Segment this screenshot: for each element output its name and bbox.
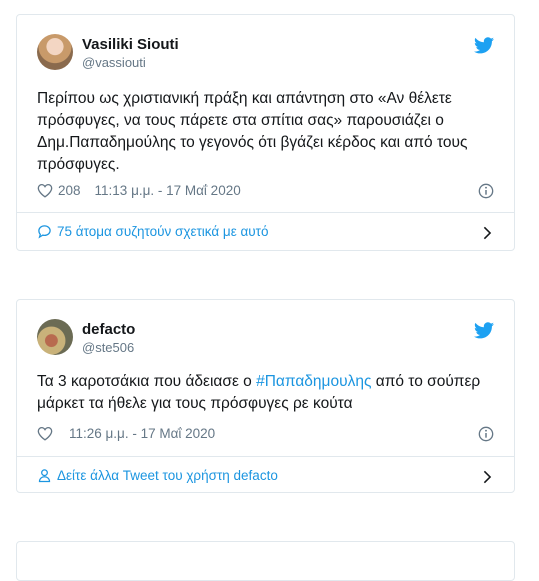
chevron-right-icon[interactable]	[482, 470, 492, 484]
hashtag-link[interactable]: #Παπαδημουλης	[256, 373, 371, 390]
heart-icon[interactable]	[37, 426, 53, 441]
twitter-bird-icon[interactable]	[474, 37, 494, 54]
divider	[17, 456, 514, 457]
tweet-meta: 11:26 μ.μ. - 17 Μαΐ 2020	[37, 426, 215, 441]
tweet-card[interactable]: Vasiliki Siouti @vassiouti Περίπου ως χρ…	[16, 14, 515, 251]
speech-bubble-icon	[38, 225, 51, 239]
conversation-link[interactable]: 75 άτομα συζητούν σχετικά με αυτό	[37, 224, 269, 239]
like-count[interactable]: 208	[58, 183, 81, 198]
more-tweets-link-label[interactable]: Δείτε άλλα Tweet του χρήστη defacto	[57, 468, 278, 483]
info-icon[interactable]	[478, 183, 494, 199]
more-tweets-link[interactable]: Δείτε άλλα Tweet του χρήστη defacto	[37, 468, 278, 483]
timestamp[interactable]: 11:26 μ.μ. - 17 Μαΐ 2020	[69, 426, 215, 441]
tweet-card[interactable]	[16, 541, 515, 581]
info-icon[interactable]	[478, 426, 494, 442]
tweet-card[interactable]: defacto @ste506 Τα 3 καροτσάκια που άδει…	[16, 299, 515, 493]
timestamp[interactable]: 11:13 μ.μ. - 17 Μαΐ 2020	[95, 183, 241, 198]
tweet-text: Περίπου ως χριστιανική πράξη και απάντησ…	[37, 90, 468, 173]
tweet-text: Τα 3 καροτσάκια που άδειασε ο #Παπαδημου…	[37, 371, 494, 415]
author-handle[interactable]: @vassiouti	[82, 55, 146, 70]
avatar[interactable]	[37, 319, 73, 355]
author-name[interactable]: Vasiliki Siouti	[82, 36, 179, 53]
author-name[interactable]: defacto	[82, 321, 135, 338]
twitter-bird-icon[interactable]	[474, 322, 494, 339]
person-icon	[38, 469, 51, 483]
avatar[interactable]	[37, 34, 73, 70]
conversation-link-label[interactable]: 75 άτομα συζητούν σχετικά με αυτό	[57, 224, 269, 239]
heart-icon[interactable]	[37, 183, 53, 198]
divider	[17, 212, 514, 213]
chevron-right-icon[interactable]	[482, 226, 492, 240]
tweet-meta: 208 11:13 μ.μ. - 17 Μαΐ 2020	[37, 183, 241, 198]
tweet-text-before: Τα 3 καροτσάκια που άδειασε ο	[37, 373, 257, 390]
author-handle[interactable]: @ste506	[82, 340, 134, 355]
